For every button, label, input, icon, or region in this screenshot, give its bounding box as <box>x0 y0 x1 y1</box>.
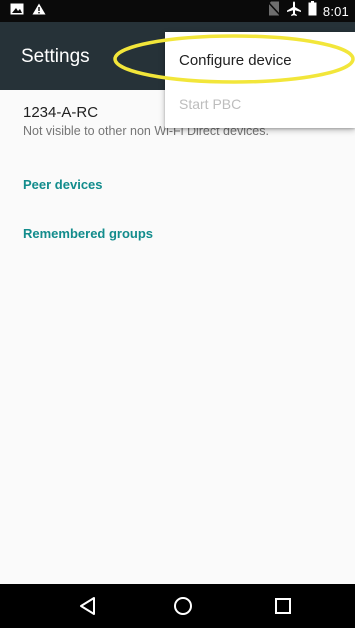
peer-devices-header: Peer devices <box>23 177 103 192</box>
start-pbc-menu-item[interactable]: Start PBC <box>165 82 355 126</box>
warning-icon <box>32 2 46 20</box>
image-icon <box>10 2 24 20</box>
no-sim-icon <box>267 1 281 21</box>
status-time: 8:01 <box>322 3 349 19</box>
home-icon[interactable] <box>171 594 195 618</box>
back-icon[interactable] <box>76 594 100 618</box>
status-right-icons: 8:01 <box>267 1 349 22</box>
recents-icon[interactable] <box>271 594 295 618</box>
remembered-groups-header: Remembered groups <box>23 226 154 241</box>
status-bar: 8:01 <box>0 0 355 22</box>
configure-device-menu-item[interactable]: Configure device <box>165 38 355 82</box>
overflow-menu: Configure device Start PBC <box>165 32 355 128</box>
status-left-icons <box>10 2 46 20</box>
page-title: Settings <box>21 46 90 67</box>
device-name[interactable]: 1234-A-RC <box>23 104 98 121</box>
airplane-icon <box>286 1 302 22</box>
navigation-bar <box>0 584 355 628</box>
battery-icon <box>308 1 317 21</box>
